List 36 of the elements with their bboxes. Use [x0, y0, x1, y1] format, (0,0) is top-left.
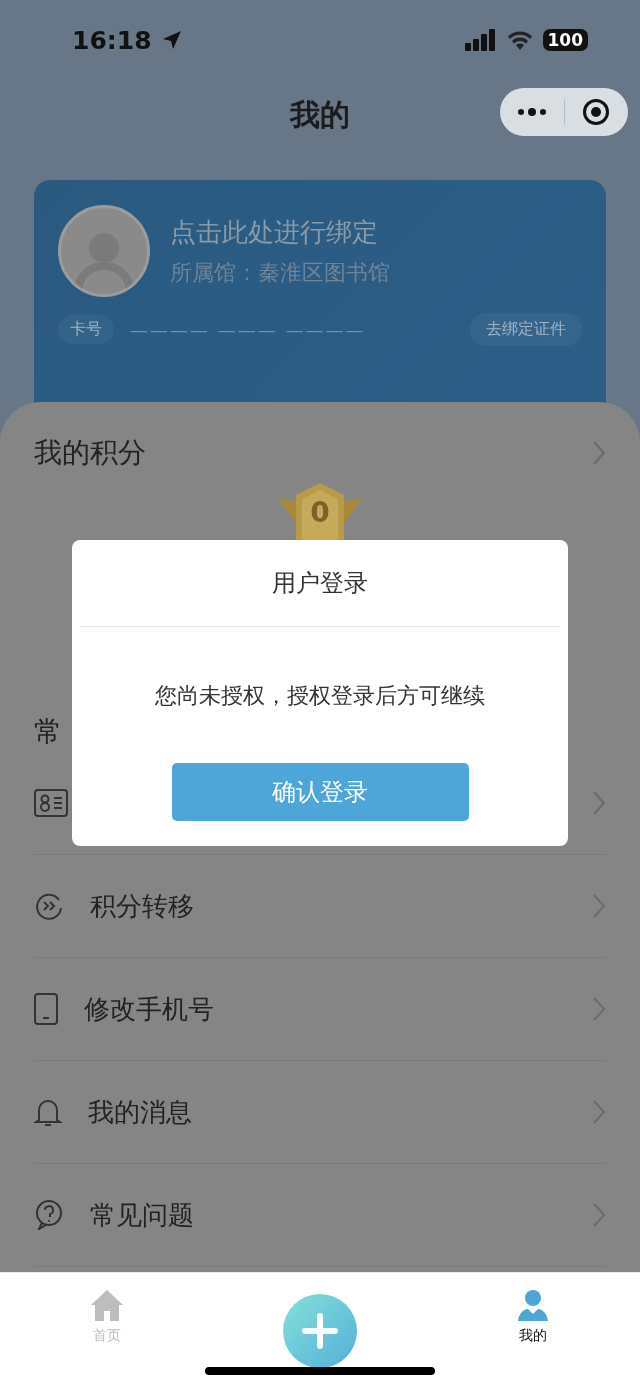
section-title: 常 — [34, 715, 62, 748]
id-card-icon — [34, 789, 68, 817]
chevron-right-icon — [592, 1202, 606, 1228]
user-icon — [517, 1289, 550, 1322]
transfer-icon — [34, 891, 64, 921]
tab-item[interactable]: 我的 — [426, 1273, 640, 1387]
battery-level: 100 — [542, 29, 588, 51]
location-arrow-icon — [161, 30, 182, 50]
menu-item[interactable]: 常见问题 — [34, 1164, 606, 1267]
home-icon — [89, 1289, 124, 1322]
bind-card-button[interactable]: 去绑定证件 — [470, 313, 582, 346]
wifi-icon — [506, 30, 533, 50]
menu-item[interactable]: 我的消息 — [34, 1061, 606, 1164]
confirm-login-button[interactable]: 确认登录 — [171, 763, 469, 821]
more-icon[interactable] — [516, 108, 547, 116]
card-number: ———— ——— ———— — [130, 319, 367, 340]
close-target-icon[interactable] — [582, 98, 611, 126]
chevron-right-icon — [592, 440, 606, 466]
library-name: 所属馆：秦淮区图书馆 — [170, 258, 390, 287]
phone-icon — [34, 993, 58, 1025]
chevron-right-icon — [592, 996, 606, 1022]
bind-prompt: 点击此处进行绑定 — [170, 215, 379, 249]
dialog-title: 用户登录 — [272, 568, 368, 599]
menu-item[interactable]: 修改手机号 — [34, 958, 606, 1061]
dialog-message: 您尚未授权，授权登录后方可继续 — [155, 682, 485, 710]
menu-item[interactable]: 积分转移 — [34, 855, 606, 958]
status-time: 16:18 — [72, 25, 152, 55]
plus-icon — [302, 1313, 338, 1350]
help-icon — [34, 1200, 64, 1230]
chevron-right-icon — [592, 1099, 606, 1125]
signal-icon — [464, 29, 497, 51]
chevron-right-icon — [592, 893, 606, 919]
card-number-label: 卡号 — [58, 315, 114, 344]
chevron-right-icon — [592, 790, 606, 816]
page-title: 我的 — [290, 95, 350, 134]
points-value: 0 — [309, 496, 331, 529]
